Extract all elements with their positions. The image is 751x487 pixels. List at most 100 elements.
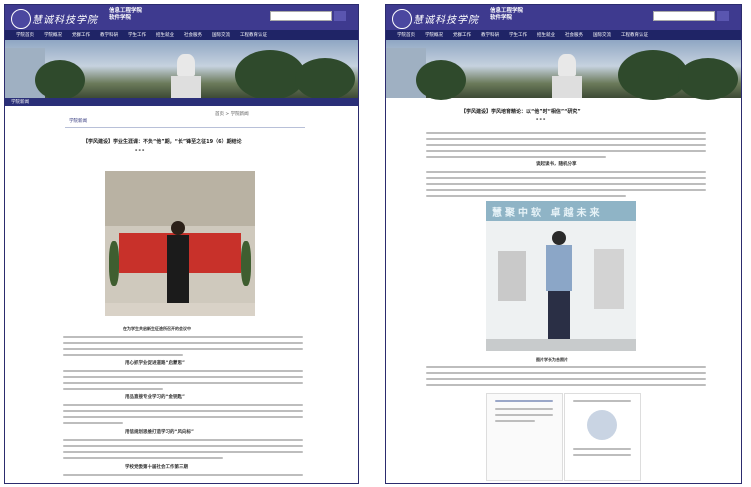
nav-item[interactable]: 教学科研 xyxy=(95,32,123,38)
cert-line xyxy=(573,448,631,450)
banner-statue xyxy=(177,54,195,76)
site-header: 慧诚科技学院 信息工程学院 软件学院 xyxy=(5,5,358,30)
photo-wall-banner: 慧聚中软 卓越未来 xyxy=(486,201,636,221)
search-input[interactable] xyxy=(653,11,715,21)
nav-item[interactable]: 学生工作 xyxy=(123,32,151,38)
text-line xyxy=(426,150,706,152)
article-photo: 慧聚中软 卓越未来 xyxy=(486,201,636,351)
cert-line xyxy=(495,408,553,410)
nav-item[interactable]: 学院概况 xyxy=(39,32,67,38)
section-bar: 学院新闻 xyxy=(5,98,358,106)
text-line xyxy=(426,378,706,380)
cert-line xyxy=(495,414,553,416)
text-line xyxy=(63,404,303,406)
breadcrumb: 首页 > 学院新闻 xyxy=(215,112,249,117)
site-header: 慧诚科技学院 信息工程学院 软件学院 xyxy=(386,5,741,30)
nav-item[interactable]: 招生就业 xyxy=(532,32,560,38)
photo-door xyxy=(498,251,526,301)
banner-tree xyxy=(678,58,738,100)
banner-statue xyxy=(558,54,576,76)
main-nav: 学院首页 学院概况 党群工作 教学科研 学生工作 招生就业 社会服务 国际交流 … xyxy=(5,30,358,40)
college-line2: 软件学院 xyxy=(109,15,132,21)
nav-item[interactable]: 学生工作 xyxy=(504,32,532,38)
nav-item[interactable]: 社会服务 xyxy=(179,32,207,38)
nav-item[interactable]: 工程教育认证 xyxy=(235,32,272,38)
text-line xyxy=(426,171,706,173)
photo-person-head xyxy=(171,221,185,235)
certificate-image xyxy=(486,393,563,481)
banner-tree xyxy=(295,58,355,100)
nav-item[interactable]: 招生就业 xyxy=(151,32,179,38)
nav-item[interactable]: 工程教育认证 xyxy=(616,32,653,38)
nav-item[interactable]: 教学科研 xyxy=(476,32,504,38)
nav-item[interactable]: 学院概况 xyxy=(420,32,448,38)
nav-item[interactable]: 学院首页 xyxy=(392,32,420,38)
search-button[interactable] xyxy=(334,11,346,21)
college-line1: 信息工程学院 xyxy=(109,8,143,14)
article-title: 【学风建设】学业生涯课：不负“他”期，“长”锋至之征19（6）期结论 xyxy=(83,139,242,145)
nav-item[interactable]: 国际交流 xyxy=(588,32,616,38)
photo-cabinet xyxy=(594,249,624,309)
banner-tree xyxy=(35,60,85,100)
cert-line xyxy=(495,400,553,402)
text-line xyxy=(426,144,706,146)
article-photo xyxy=(105,171,255,316)
left-page-screenshot: 慧诚科技学院 信息工程学院 软件学院 学院首页 学院概况 党群工作 教学科研 学… xyxy=(4,4,359,484)
text-line xyxy=(426,138,706,140)
school-brand: 慧诚科技学院 xyxy=(413,15,479,26)
photo-floor xyxy=(105,303,255,316)
text-line xyxy=(63,388,163,390)
college-line1: 信息工程学院 xyxy=(490,8,524,14)
text-line xyxy=(63,376,303,378)
tab-news[interactable]: 学院新闻 xyxy=(69,118,87,124)
text-line xyxy=(63,416,303,418)
photo-person-head xyxy=(552,231,566,245)
text-line xyxy=(426,195,626,197)
college-name: 信息工程学院 软件学院 xyxy=(109,8,142,22)
text-line xyxy=(63,342,303,344)
text-line xyxy=(426,132,706,134)
cert-line xyxy=(573,454,631,456)
school-brand: 慧诚科技学院 xyxy=(32,15,98,26)
text-line xyxy=(63,382,303,384)
school-logo-icon xyxy=(11,9,31,29)
text-line xyxy=(63,348,303,350)
campus-banner xyxy=(5,40,358,100)
article-title: 【学风建设】学风培育精论：以“他”时“相信”“研究” xyxy=(461,109,581,115)
nav-item[interactable]: 党群工作 xyxy=(67,32,95,38)
photo-plant xyxy=(109,241,119,286)
section-heading: 谈起读书，随机分享 xyxy=(536,162,577,167)
text-line xyxy=(63,410,303,412)
search-input[interactable] xyxy=(270,11,332,21)
nav-item[interactable]: 党群工作 xyxy=(448,32,476,38)
text-line xyxy=(426,372,706,374)
divider xyxy=(65,127,305,128)
text-line xyxy=(426,384,706,386)
text-line xyxy=(63,354,183,356)
nav-item[interactable]: 学院首页 xyxy=(11,32,39,38)
text-line xyxy=(63,336,303,338)
text-line xyxy=(63,451,303,453)
text-line xyxy=(426,366,706,368)
nav-item[interactable]: 国际交流 xyxy=(207,32,235,38)
photo-caption: 图片学长为合照片 xyxy=(536,357,568,362)
nav-item[interactable]: 社会服务 xyxy=(560,32,588,38)
text-line xyxy=(426,183,706,185)
text-line xyxy=(426,156,606,158)
right-page-screenshot: 慧诚科技学院 信息工程学院 软件学院 学院首页 学院概况 党群工作 教学科研 学… xyxy=(385,4,742,484)
photo-caption: 在为学生共启新生征途所召开的会议中 xyxy=(123,326,191,331)
article-meta: ▪ ▪ ▪ xyxy=(135,148,145,152)
text-line xyxy=(63,422,123,424)
banner-pedestal xyxy=(552,76,582,98)
text-line xyxy=(63,370,303,372)
text-line xyxy=(63,474,303,476)
text-line xyxy=(426,189,706,191)
cert-line xyxy=(573,400,631,402)
text-line xyxy=(426,177,706,179)
college-name: 信息工程学院 软件学院 xyxy=(490,8,523,22)
section-heading: 用品直接专业学习的“金钥匙” xyxy=(125,395,185,400)
photo-person-body xyxy=(167,235,189,305)
banner-pedestal xyxy=(171,76,201,98)
text-line xyxy=(63,457,223,459)
search-button[interactable] xyxy=(717,11,729,21)
